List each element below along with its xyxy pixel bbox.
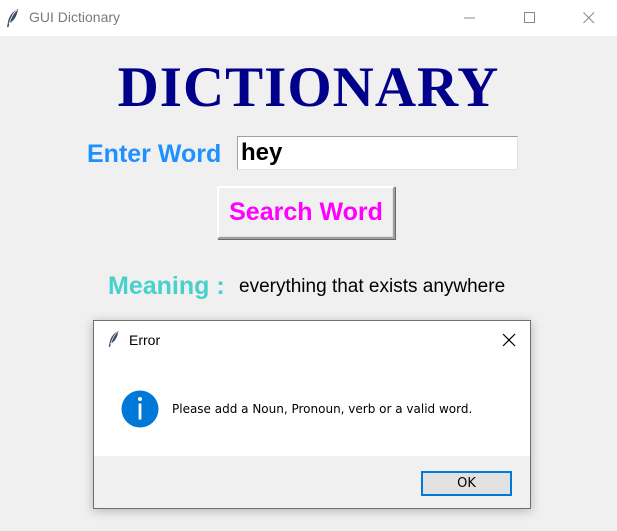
info-icon (121, 390, 159, 428)
enter-word-label: Enter Word (87, 140, 222, 168)
meaning-label: Meaning : (108, 272, 225, 300)
dialog-title: Error (129, 332, 161, 348)
ok-button[interactable]: OK (421, 471, 512, 496)
close-button[interactable] (566, 0, 612, 36)
dialog-titlebar[interactable]: Error (94, 321, 530, 359)
dialog-message: Please add a Noun, Pronoun, verb or a va… (172, 402, 473, 416)
feather-icon (108, 331, 119, 347)
error-dialog: Error Please add a Noun, Pronoun, verb o… (93, 320, 531, 509)
feather-icon (7, 9, 18, 27)
close-icon (583, 12, 595, 24)
meaning-text: everything that exists anywhere (239, 276, 506, 297)
maximize-button[interactable] (507, 0, 553, 36)
close-icon (502, 333, 516, 347)
maximize-icon (524, 12, 535, 23)
window-title: GUI Dictionary (29, 9, 121, 25)
window-titlebar[interactable]: GUI Dictionary (0, 0, 617, 36)
app-heading: DICTIONARY (117, 56, 500, 119)
dialog-close-button[interactable] (494, 325, 524, 355)
dialog-body: Please add a Noun, Pronoun, verb or a va… (94, 359, 530, 456)
minimize-icon (464, 17, 475, 19)
search-word-button[interactable]: Search Word (217, 186, 395, 239)
minimize-button[interactable] (447, 0, 493, 36)
dialog-footer: OK (94, 456, 530, 508)
main-window: GUI Dictionary DICTIONARY Enter Word Sea… (0, 0, 617, 531)
word-input[interactable] (237, 136, 518, 170)
